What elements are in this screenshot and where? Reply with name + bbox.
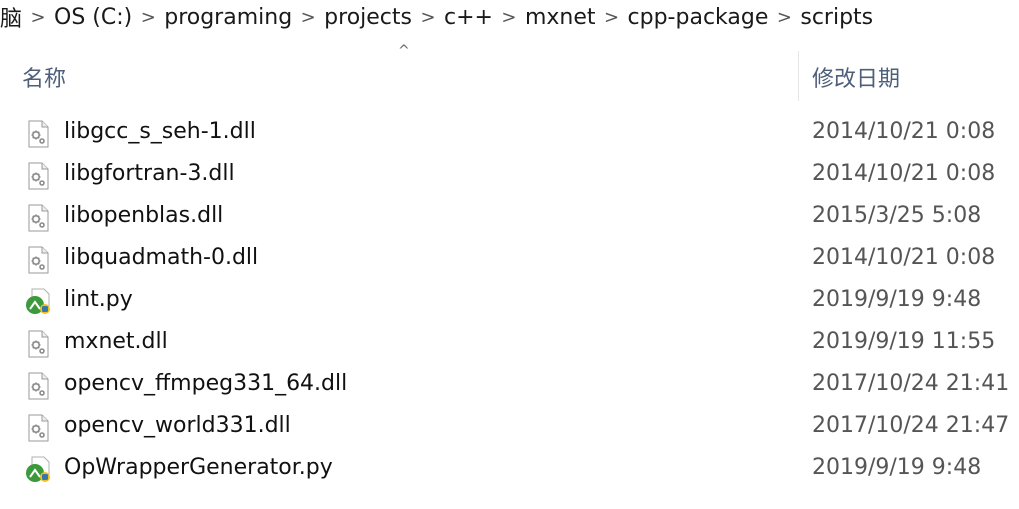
file-row[interactable]: libgcc_s_seh-1.dll 2014/10/21 0:08: [0, 113, 1019, 155]
file-date-modified: 2014/10/21 0:08: [812, 161, 996, 186]
column-header-date-modified[interactable]: 修改日期: [812, 61, 900, 93]
file-name: lint.py: [64, 287, 133, 312]
file-name: opencv_world331.dll: [64, 413, 291, 438]
breadcrumb-item-scripts[interactable]: scripts: [798, 5, 875, 30]
breadcrumb-item-projects[interactable]: projects: [322, 5, 414, 30]
column-header-name[interactable]: 名称: [22, 61, 66, 93]
breadcrumb-item-computer[interactable]: 脑: [0, 1, 24, 33]
file-date-modified: 2017/10/24 21:41: [812, 371, 1010, 396]
dll-file-icon: [24, 246, 52, 274]
chevron-right-icon[interactable]: >: [24, 7, 52, 28]
breadcrumb-item-drive[interactable]: OS (C:): [52, 5, 134, 30]
file-row[interactable]: mxnet.dll 2019/9/19 11:55: [0, 323, 1019, 365]
breadcrumb-item-cpp[interactable]: c++: [442, 5, 495, 30]
python-file-icon: [24, 456, 52, 484]
file-date-modified: 2014/10/21 0:08: [812, 119, 996, 144]
column-header: ^ 名称 修改日期: [0, 37, 1019, 101]
file-row[interactable]: OpWrapperGenerator.py 2019/9/19 9:48: [0, 449, 1019, 491]
column-divider[interactable]: [798, 51, 799, 101]
file-date-modified: 2019/9/19 9:48: [812, 455, 982, 480]
chevron-right-icon[interactable]: >: [134, 7, 162, 28]
file-date-modified: 2019/9/19 11:55: [812, 329, 996, 354]
chevron-right-icon[interactable]: >: [294, 7, 322, 28]
file-name: libgcc_s_seh-1.dll: [64, 119, 256, 144]
dll-file-icon: [24, 414, 52, 442]
dll-file-icon: [24, 372, 52, 400]
dll-file-icon: [24, 204, 52, 232]
file-name: libopenblas.dll: [64, 203, 224, 228]
file-row[interactable]: opencv_ffmpeg331_64.dll 2017/10/24 21:41: [0, 365, 1019, 407]
python-file-icon: [24, 288, 52, 316]
file-row[interactable]: lint.py 2019/9/19 9:48: [0, 281, 1019, 323]
chevron-right-icon[interactable]: >: [770, 7, 798, 28]
chevron-right-icon[interactable]: >: [414, 7, 442, 28]
file-name: libquadmath-0.dll: [64, 245, 259, 270]
file-name: mxnet.dll: [64, 329, 168, 354]
file-name: OpWrapperGenerator.py: [64, 455, 333, 480]
file-date-modified: 2014/10/21 0:08: [812, 245, 996, 270]
file-date-modified: 2015/3/25 5:08: [812, 203, 982, 228]
file-date-modified: 2017/10/24 21:47: [812, 413, 1010, 438]
file-list: libgcc_s_seh-1.dll 2014/10/21 0:08 libgf…: [0, 113, 1019, 491]
dll-file-icon: [24, 330, 52, 358]
chevron-right-icon[interactable]: >: [598, 7, 626, 28]
file-date-modified: 2019/9/19 9:48: [812, 287, 982, 312]
sort-ascending-icon: ^: [398, 43, 410, 59]
file-row[interactable]: libopenblas.dll 2015/3/25 5:08: [0, 197, 1019, 239]
file-name: opencv_ffmpeg331_64.dll: [64, 371, 348, 396]
breadcrumb: 脑 > OS (C:) > programing > projects > c+…: [0, 0, 1019, 34]
file-row[interactable]: libgfortran-3.dll 2014/10/21 0:08: [0, 155, 1019, 197]
file-name: libgfortran-3.dll: [64, 161, 235, 186]
breadcrumb-item-mxnet[interactable]: mxnet: [523, 5, 598, 30]
file-row[interactable]: libquadmath-0.dll 2014/10/21 0:08: [0, 239, 1019, 281]
breadcrumb-item-programing[interactable]: programing: [162, 5, 294, 30]
chevron-right-icon[interactable]: >: [495, 7, 523, 28]
dll-file-icon: [24, 162, 52, 190]
dll-file-icon: [24, 120, 52, 148]
file-row[interactable]: opencv_world331.dll 2017/10/24 21:47: [0, 407, 1019, 449]
breadcrumb-item-cpp-package[interactable]: cpp-package: [626, 5, 771, 30]
